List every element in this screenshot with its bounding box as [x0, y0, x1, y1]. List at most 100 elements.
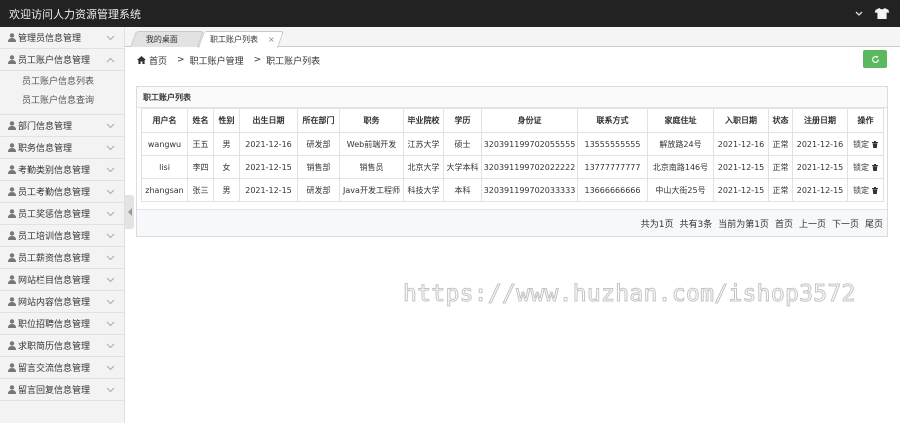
cell-name: 王五 — [187, 132, 214, 156]
cell-hire-date: 2021-12-15 — [713, 178, 769, 202]
cell-name: 李四 — [187, 155, 214, 179]
trash-icon[interactable] — [872, 140, 878, 148]
account-table: 用户名 姓名 性别 出生日期 所在部门 职务 毕业院校 学历 身份证 联系方式 … — [141, 108, 884, 202]
column-header: 操作 — [847, 108, 884, 133]
chevron-down-icon — [106, 145, 115, 150]
cell-gender: 男 — [213, 132, 240, 156]
pager-prev-link[interactable]: 上一页 — [799, 217, 826, 230]
lock-link[interactable]: 锁定 — [853, 140, 869, 149]
sidebar-item-salary[interactable]: 员工薪资信息管理 — [0, 247, 124, 269]
chevron-down-icon — [106, 321, 115, 326]
tab-desktop[interactable]: 我的桌面 — [130, 31, 204, 47]
chevron-down-icon — [106, 167, 115, 172]
trash-icon[interactable] — [872, 186, 878, 194]
table-row: lisi 李四 女 2021-12-15 销售部 销售员 北京大学 大学本科 3… — [141, 155, 884, 179]
column-header: 学历 — [443, 108, 482, 133]
sidebar-item-admin[interactable]: 管理员信息管理 — [0, 27, 124, 49]
cell-id-number: 320391199702055555 — [481, 132, 578, 156]
trash-icon[interactable] — [872, 163, 878, 171]
sidebar: 管理员信息管理 员工账户信息管理 员工账户信息列表 员工账户信息查询 部门信息管… — [0, 27, 125, 423]
sidebar-item-message[interactable]: 留言交流信息管理 — [0, 357, 124, 379]
column-header: 性别 — [213, 108, 240, 133]
pager-last-link[interactable]: 尾页 — [865, 217, 883, 230]
chevron-down-icon[interactable] — [848, 9, 870, 19]
user-icon — [8, 231, 16, 240]
breadcrumb-level1[interactable]: 职工账户管理 — [190, 54, 244, 67]
sidebar-collapse-handle[interactable] — [125, 195, 134, 229]
cell-education: 本科 — [443, 178, 482, 202]
user-icon — [8, 275, 16, 284]
column-header: 联系方式 — [577, 108, 648, 133]
sidebar-item-training[interactable]: 员工培训信息管理 — [0, 225, 124, 247]
pager-current-page: 当前为第1页 — [718, 219, 769, 230]
sidebar-item-resume[interactable]: 求职简历信息管理 — [0, 335, 124, 357]
sidebar-item-label: 员工薪资信息管理 — [18, 254, 91, 264]
cell-education: 硕士 — [443, 132, 482, 156]
cell-school: 北京大学 — [403, 155, 444, 179]
account-list-panel: 职工账户列表 用户名 姓名 性别 出生日期 所在部门 职务 毕业院校 学历 身份… — [136, 86, 888, 237]
app-title: 欢迎访问人力资源管理系统 — [9, 7, 141, 21]
cell-register-date: 2021-12-16 — [792, 132, 848, 156]
cell-id-number: 320391199702022222 — [481, 155, 578, 179]
user-icon — [8, 209, 16, 218]
sidebar-item-label: 员工奖惩信息管理 — [18, 210, 91, 220]
cell-name: 张三 — [187, 178, 214, 202]
tab-bar: 我的桌面 职工账户列表 × — [125, 27, 900, 48]
sidebar-submenu: 员工账户信息列表 员工账户信息查询 — [0, 71, 124, 115]
tab-account-list[interactable]: 职工账户列表 × — [197, 31, 285, 48]
cell-hire-date: 2021-12-16 — [713, 132, 769, 156]
sidebar-item-site-content[interactable]: 网站内容信息管理 — [0, 291, 124, 313]
user-icon — [8, 187, 16, 196]
breadcrumb-home[interactable]: 首页 — [149, 54, 167, 67]
sidebar-item-label: 部门信息管理 — [18, 122, 73, 132]
cell-birthdate: 2021-12-16 — [239, 132, 298, 156]
sidebar-item-reward-punish[interactable]: 员工奖惩信息管理 — [0, 203, 124, 225]
sidebar-item-site-column[interactable]: 网站栏目信息管理 — [0, 269, 124, 291]
user-icon — [8, 363, 16, 372]
column-header: 注册日期 — [792, 108, 848, 133]
top-bar: 欢迎访问人力资源管理系统 — [0, 0, 900, 27]
lock-link[interactable]: 锁定 — [853, 163, 869, 172]
sidebar-item-label: 管理员信息管理 — [18, 34, 82, 44]
chevron-down-icon — [106, 35, 115, 40]
user-icon — [8, 55, 16, 64]
sidebar-item-employee-account[interactable]: 员工账户信息管理 — [0, 49, 124, 71]
refresh-button[interactable] — [863, 50, 887, 68]
sidebar-subitem-account-query[interactable]: 员工账户信息查询 — [0, 92, 124, 111]
sidebar-item-recruitment[interactable]: 职位招聘信息管理 — [0, 313, 124, 335]
chevron-down-icon — [106, 123, 115, 128]
sidebar-item-attendance[interactable]: 员工考勤信息管理 — [0, 181, 124, 203]
table-row: zhangsan 张三 男 2021-12-15 研发部 Java开发工程师 科… — [141, 178, 884, 202]
cell-address: 北京南路146号 — [647, 155, 714, 179]
sidebar-item-label: 员工考勤信息管理 — [18, 188, 91, 198]
chevron-down-icon — [106, 299, 115, 304]
cell-id-number: 320391199702033333 — [481, 178, 578, 202]
sidebar-item-label: 网站内容信息管理 — [18, 298, 91, 308]
user-icon — [8, 33, 16, 42]
lock-link[interactable]: 锁定 — [853, 186, 869, 195]
close-icon[interactable]: × — [268, 32, 275, 47]
breadcrumb-level2: 职工账户列表 — [266, 56, 321, 67]
breadcrumb-separator: > — [177, 55, 185, 65]
cell-hire-date: 2021-12-15 — [713, 155, 769, 179]
pager-first-link[interactable]: 首页 — [775, 217, 793, 230]
sidebar-subitem-account-list[interactable]: 员工账户信息列表 — [0, 73, 124, 92]
sidebar-item-message-reply[interactable]: 留言回复信息管理 — [0, 379, 124, 401]
sidebar-item-department[interactable]: 部门信息管理 — [0, 115, 124, 137]
column-header: 出生日期 — [239, 108, 298, 133]
pager-next-link[interactable]: 下一页 — [832, 217, 859, 230]
breadcrumb-separator: > — [253, 55, 262, 65]
cell-actions: 锁定 — [847, 178, 884, 202]
shirt-icon[interactable] — [874, 8, 890, 19]
chevron-down-icon — [106, 233, 115, 238]
cell-department: 销售部 — [297, 155, 340, 179]
sidebar-item-attendance-type[interactable]: 考勤类别信息管理 — [0, 159, 124, 181]
chevron-down-icon — [106, 189, 115, 194]
cell-school: 科技大学 — [403, 178, 444, 202]
cell-register-date: 2021-12-15 — [792, 155, 848, 179]
column-header: 毕业院校 — [403, 108, 444, 133]
cell-position: 销售员 — [339, 155, 404, 179]
sidebar-item-position[interactable]: 职务信息管理 — [0, 137, 124, 159]
chevron-down-icon — [106, 211, 115, 216]
chevron-down-icon — [106, 387, 115, 392]
